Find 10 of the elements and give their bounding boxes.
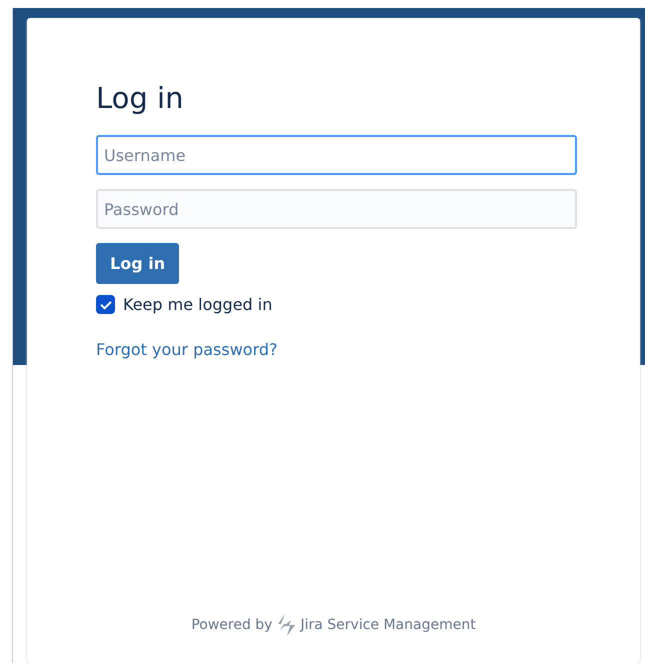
forgot-password-link[interactable]: Forgot your password? [96,340,278,359]
keep-logged-in-label: Keep me logged in [123,295,272,314]
username-field[interactable]: Username [96,135,577,175]
login-button[interactable]: Log in [96,243,180,284]
product-name: Jira Service Management [300,617,476,633]
page-title: Log in [96,80,184,116]
lightning-logo-icon [276,613,296,637]
powered-by-text: Powered by [191,617,272,633]
keep-logged-in-checkbox[interactable] [96,295,115,314]
password-field[interactable]: Password [96,189,577,229]
